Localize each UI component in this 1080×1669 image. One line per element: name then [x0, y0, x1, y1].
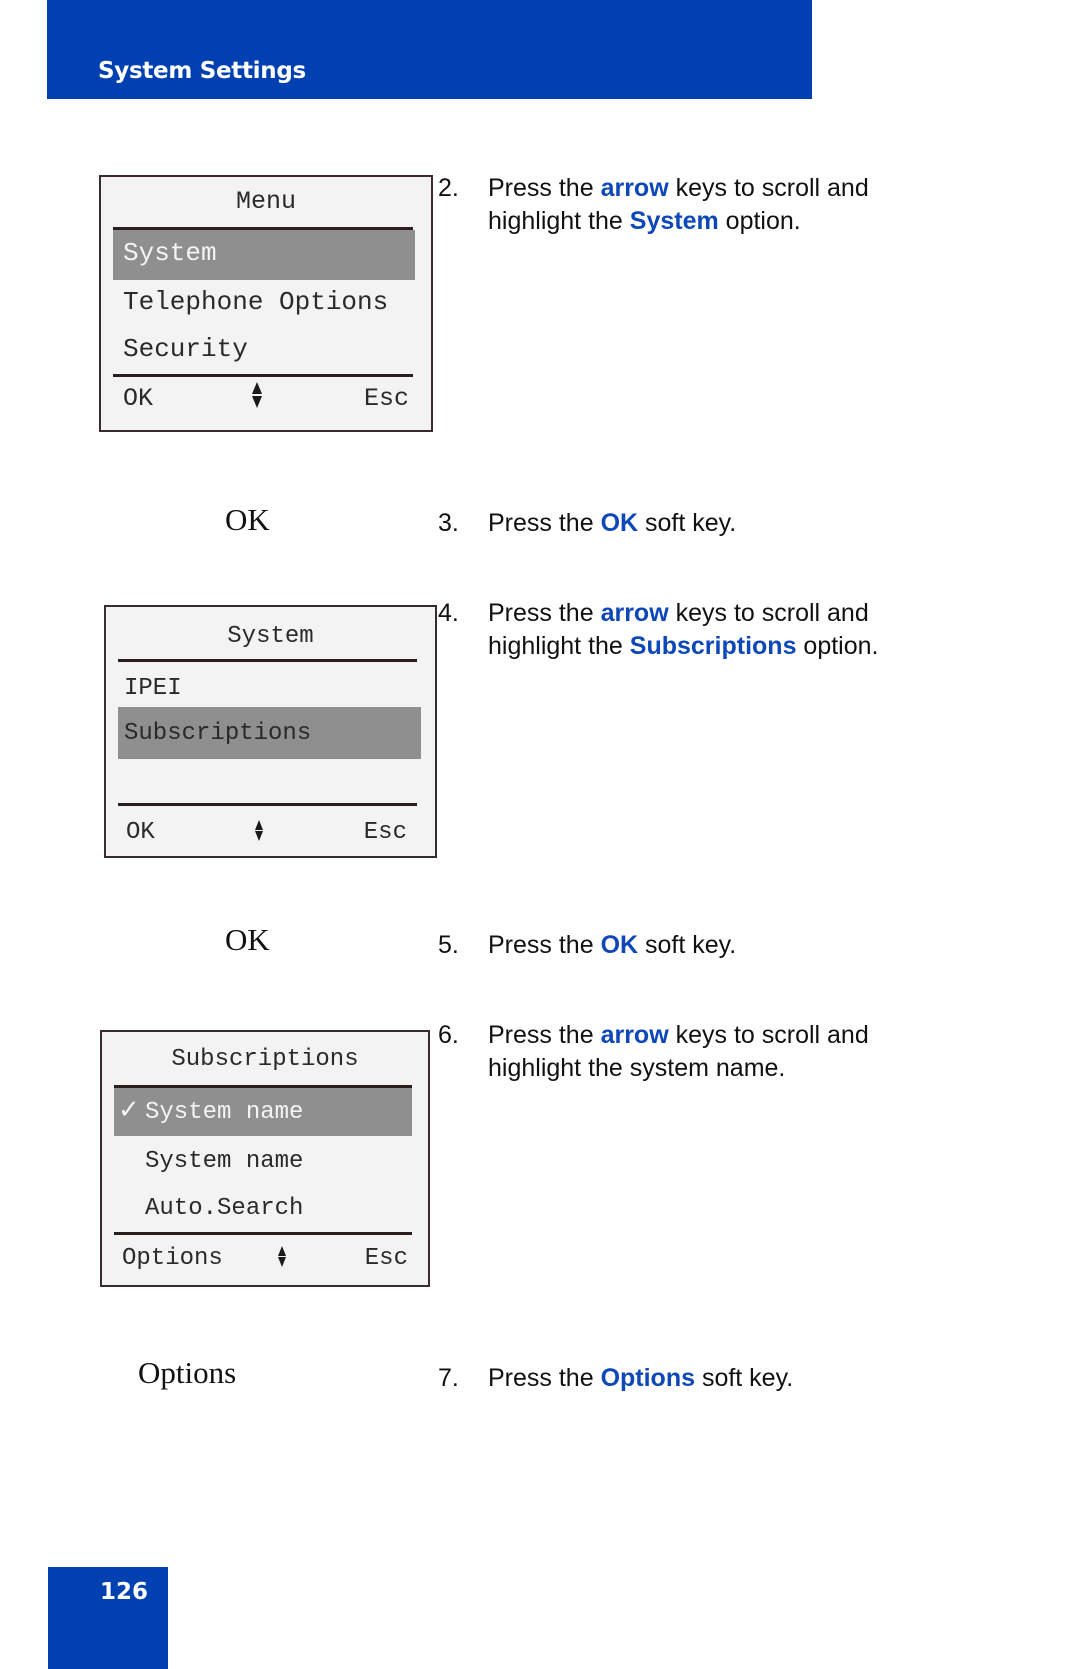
screen-title: System — [227, 623, 314, 650]
key-label-ok: OK — [225, 922, 270, 957]
softkey-divider — [118, 803, 417, 806]
softkey-divider — [114, 1232, 412, 1235]
highlight-term: arrow — [600, 1021, 669, 1049]
section-title: System Settings — [98, 58, 306, 84]
highlight-term: System — [629, 207, 719, 235]
subscription-item-auto-search[interactable]: Auto.Search — [145, 1195, 303, 1222]
highlight-term: OK — [600, 931, 639, 959]
checkmark-icon: ✓ — [118, 1095, 140, 1125]
up-down-arrows-icon — [251, 382, 263, 408]
highlight-term: Options — [600, 1364, 695, 1392]
step-number: 4. — [438, 599, 459, 627]
step-number: 6. — [438, 1021, 459, 1049]
step-text: Press the arrow keys to scroll and highl… — [488, 174, 869, 235]
highlight-term: arrow — [600, 174, 669, 202]
step-number: 7. — [438, 1364, 459, 1392]
highlight-term: Subscriptions — [629, 632, 797, 660]
menu-item-subscriptions[interactable]: Subscriptions — [124, 720, 311, 747]
screen-title: Menu — [235, 187, 296, 216]
menu-item-security[interactable]: Security — [123, 334, 248, 364]
step-text: Press the Options soft key. — [488, 1364, 794, 1392]
key-label-ok: OK — [225, 502, 270, 537]
step-text: Press the OK soft key. — [488, 931, 737, 959]
highlight-term: OK — [600, 509, 639, 537]
softkey-divider — [113, 374, 413, 377]
menu-item-ipei[interactable]: IPEI — [124, 675, 182, 702]
screen-title: Subscriptions — [171, 1046, 359, 1073]
up-down-arrows-icon — [276, 1246, 288, 1267]
highlight-term: arrow — [600, 599, 669, 627]
softkey-esc[interactable]: Esc — [364, 384, 409, 413]
step-number: 3. — [438, 509, 459, 537]
page-number-tab: 126 — [48, 1567, 168, 1669]
softkey-options[interactable]: Options — [122, 1245, 223, 1272]
step-number: 5. — [438, 931, 459, 959]
softkey-ok[interactable]: OK — [123, 384, 153, 413]
phone-screen-menu: Menu System Telephone Options Security O… — [99, 175, 433, 432]
softkey-ok[interactable]: OK — [126, 819, 155, 846]
up-down-arrows-icon — [253, 820, 265, 841]
subscription-item-system-name[interactable]: System name — [145, 1148, 303, 1175]
phone-screen-subscriptions: Subscriptions ✓ System name System name … — [100, 1030, 430, 1287]
menu-item-system[interactable]: System — [123, 238, 217, 268]
phone-screen-system: System IPEI Subscriptions OK Esc — [104, 605, 437, 858]
subscription-item-system-name-active[interactable]: System name — [145, 1099, 303, 1126]
step-text: Press the OK soft key. — [488, 509, 737, 537]
softkey-esc[interactable]: Esc — [365, 1245, 408, 1272]
step-text: Press the arrow keys to scroll and highl… — [488, 1021, 869, 1082]
step-text: Press the arrow keys to scroll and highl… — [488, 599, 879, 660]
page-number: 126 — [100, 1579, 149, 1605]
menu-item-telephone-options[interactable]: Telephone Options — [123, 287, 388, 317]
section-header-banner: System Settings — [47, 0, 812, 99]
softkey-esc[interactable]: Esc — [364, 819, 407, 846]
title-divider — [118, 659, 417, 662]
step-number: 2. — [438, 174, 459, 202]
key-label-options: Options — [138, 1355, 237, 1390]
